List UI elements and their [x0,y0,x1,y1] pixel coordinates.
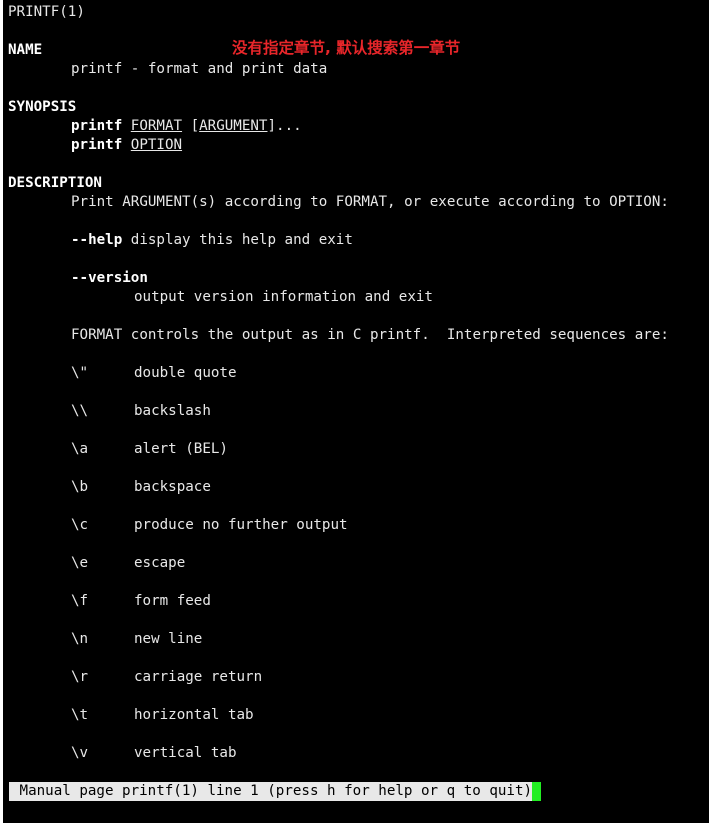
escape-desc: backspace [134,479,211,495]
synopsis-line-1: printf FORMAT [ARGUMENT]... [71,117,302,136]
synopsis-cmd: printf [71,137,123,153]
description-heading: DESCRIPTION [8,175,102,191]
version-text: output version information and exit [134,289,433,305]
help-flag: --help [71,232,123,248]
synopsis-arg-format: FORMAT [130,118,183,134]
escape-desc: horizontal tab [134,707,254,723]
synopsis-arg-argument: ARGUMENT [199,118,268,134]
escape-desc: produce no further output [134,517,348,533]
synopsis-cmd: printf [71,118,123,134]
synopsis-line-2: printf OPTION [71,136,182,155]
escape-desc: backslash [134,403,211,419]
man-page-title: PRINTF(1) [8,4,85,20]
synopsis-bracket-open: [ [190,118,200,134]
description-intro: Print ARGUMENT(s) according to FORMAT, o… [71,194,669,210]
escape-seq: \t [71,707,89,723]
escape-seq: \b [71,479,89,495]
synopsis-bracket-close: ]... [267,118,302,134]
version-flag: --version [71,270,148,286]
help-option-line: --help display this help and exit [71,231,353,250]
name-text: printf - format and print data [71,61,328,77]
help-text: display this help and exit [130,232,353,248]
terminal-cursor[interactable] [532,782,541,801]
escape-desc: new line [134,631,203,647]
terminal-window[interactable]: PRINTF(1) 没有指定章节, 默认搜索第一章节 NAME printf -… [3,0,709,823]
escape-desc: escape [134,555,186,571]
pager-status-bar: Manual page printf(1) line 1 (press h fo… [9,782,533,801]
escape-desc: form feed [134,593,211,609]
escape-seq: \e [71,555,89,571]
name-heading: NAME [8,42,43,58]
escape-seq: \v [71,745,89,761]
escape-desc: vertical tab [134,745,237,761]
escape-seq: \a [71,441,89,457]
escape-seq: \" [71,365,89,381]
escape-seq: \r [71,669,89,685]
synopsis-arg-option: OPTION [130,137,183,153]
format-text: FORMAT controls the output as in C print… [71,327,669,343]
escape-desc: carriage return [134,669,263,685]
escape-seq: \f [71,593,89,609]
annotation-note: 没有指定章节, 默认搜索第一章节 [232,39,461,57]
escape-desc: double quote [134,365,237,381]
escape-seq: \\ [71,403,89,419]
escape-seq: \c [71,517,89,533]
escape-seq: \n [71,631,89,647]
synopsis-heading: SYNOPSIS [8,99,77,115]
escape-desc: alert (BEL) [134,441,228,457]
